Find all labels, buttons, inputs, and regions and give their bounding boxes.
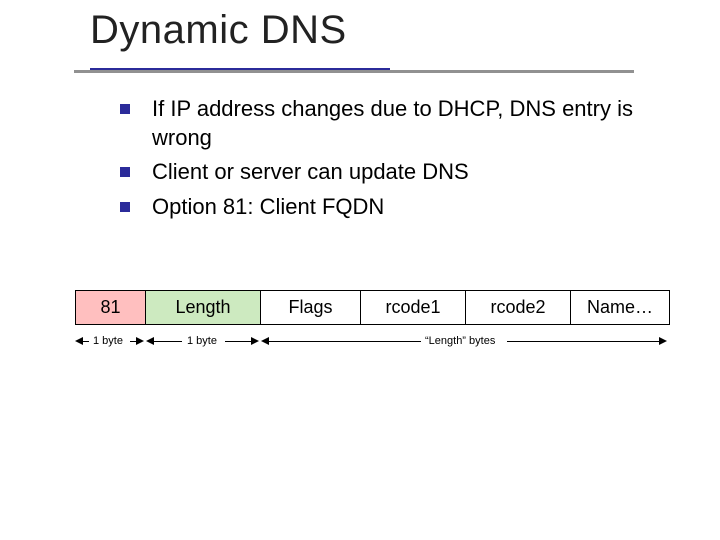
packet-cell-name: Name…: [570, 290, 670, 325]
arrow-left-icon: [75, 337, 83, 345]
bullet-list: If IP address changes due to DHCP, DNS e…: [120, 95, 675, 227]
square-bullet-icon: [120, 104, 130, 114]
dim-line: [83, 341, 89, 342]
packet-diagram: 81 Length Flags rcode1 rcode2 Name…: [75, 290, 670, 325]
arrow-right-icon: [251, 337, 259, 345]
dim-label: 1 byte: [93, 335, 123, 347]
bullet-item: Client or server can update DNS: [120, 158, 675, 187]
packet-cell-flags: Flags: [260, 290, 360, 325]
slide-title-block: Dynamic DNS: [90, 8, 347, 53]
bullet-item: Option 81: Client FQDN: [120, 193, 675, 222]
dim-line: [154, 341, 182, 342]
packet-dimensions: 1 byte 1 byte “Length” bytes: [75, 332, 670, 358]
packet-cell-rcode1: rcode1: [360, 290, 465, 325]
packet-cell-rcode2: rcode2: [465, 290, 570, 325]
bullet-text: If IP address changes due to DHCP, DNS e…: [152, 95, 675, 152]
packet-cell-code: 81: [75, 290, 145, 325]
bullet-text: Option 81: Client FQDN: [152, 193, 384, 222]
dim-line: [225, 341, 251, 342]
square-bullet-icon: [120, 167, 130, 177]
bullet-item: If IP address changes due to DHCP, DNS e…: [120, 95, 675, 152]
arrow-left-icon: [261, 337, 269, 345]
dim-line: [269, 341, 421, 342]
arrow-right-icon: [136, 337, 144, 345]
bullet-text: Client or server can update DNS: [152, 158, 469, 187]
title-shadow-line: [74, 70, 634, 73]
dim-label: 1 byte: [187, 335, 217, 347]
arrow-right-icon: [659, 337, 667, 345]
packet-cell-length: Length: [145, 290, 260, 325]
square-bullet-icon: [120, 202, 130, 212]
dim-label: “Length” bytes: [425, 335, 495, 347]
slide-title: Dynamic DNS: [90, 8, 347, 53]
dim-line: [507, 341, 659, 342]
arrow-left-icon: [146, 337, 154, 345]
